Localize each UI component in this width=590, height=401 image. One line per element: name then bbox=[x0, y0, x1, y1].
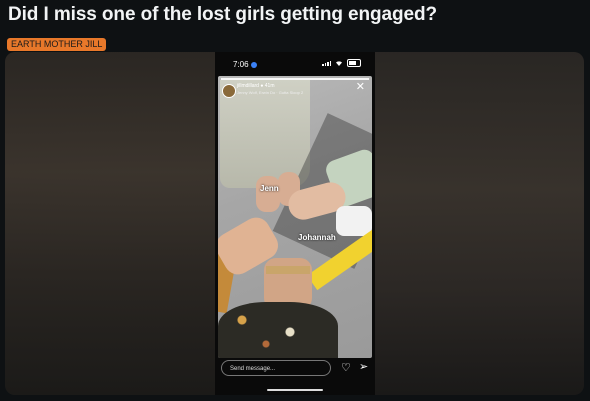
story-image: Jenn Johannah jillmdillard ● 41m Jenny W… bbox=[218, 76, 372, 358]
heart-icon[interactable]: ♡ bbox=[341, 361, 351, 374]
status-bar: 7:06 bbox=[215, 52, 375, 76]
signal-icon bbox=[322, 60, 331, 66]
home-indicator bbox=[267, 389, 323, 391]
battery-icon bbox=[347, 59, 361, 67]
photo-shoe bbox=[336, 206, 372, 236]
post-title: Did I miss one of the lost girls getting… bbox=[8, 4, 437, 25]
wifi-icon bbox=[336, 61, 342, 66]
close-icon[interactable]: ✕ bbox=[356, 82, 365, 93]
avatar[interactable] bbox=[222, 84, 236, 98]
photo-sandal bbox=[266, 266, 310, 274]
send-message-input[interactable]: Send message... bbox=[221, 360, 331, 376]
blurred-background-right bbox=[374, 52, 584, 395]
photo-skirt bbox=[218, 302, 338, 358]
send-icon[interactable]: ➢ bbox=[359, 360, 368, 373]
post-media[interactable]: 7:06 Jenn Johannah jillmdillard ● 41m Je… bbox=[5, 52, 584, 395]
status-time: 7:06 bbox=[233, 60, 257, 69]
story-reply-bar: Send message... ♡ ➢ bbox=[215, 358, 375, 395]
photo-foot bbox=[256, 176, 280, 212]
photo-tag-jenn[interactable]: Jenn bbox=[260, 184, 279, 193]
verified-icon: ● bbox=[260, 83, 264, 89]
status-icons bbox=[322, 59, 361, 67]
story-header: jillmdillard ● 41m Jenny Wolf, Erwin Do … bbox=[222, 82, 368, 98]
phone-screenshot: 7:06 Jenn Johannah jillmdillard ● 41m Je… bbox=[215, 52, 375, 395]
photo-tag-johannah[interactable]: Johannah bbox=[298, 233, 336, 242]
location-icon bbox=[250, 61, 257, 68]
post-flair[interactable]: EARTH MOTHER JILL bbox=[7, 38, 107, 51]
story-username[interactable]: jillmdillard ● 41m bbox=[237, 83, 275, 89]
blurred-background-left bbox=[5, 52, 215, 395]
story-subline: Jenny Wolf, Erwin Do · Gutta Sloop 2 bbox=[237, 90, 304, 95]
